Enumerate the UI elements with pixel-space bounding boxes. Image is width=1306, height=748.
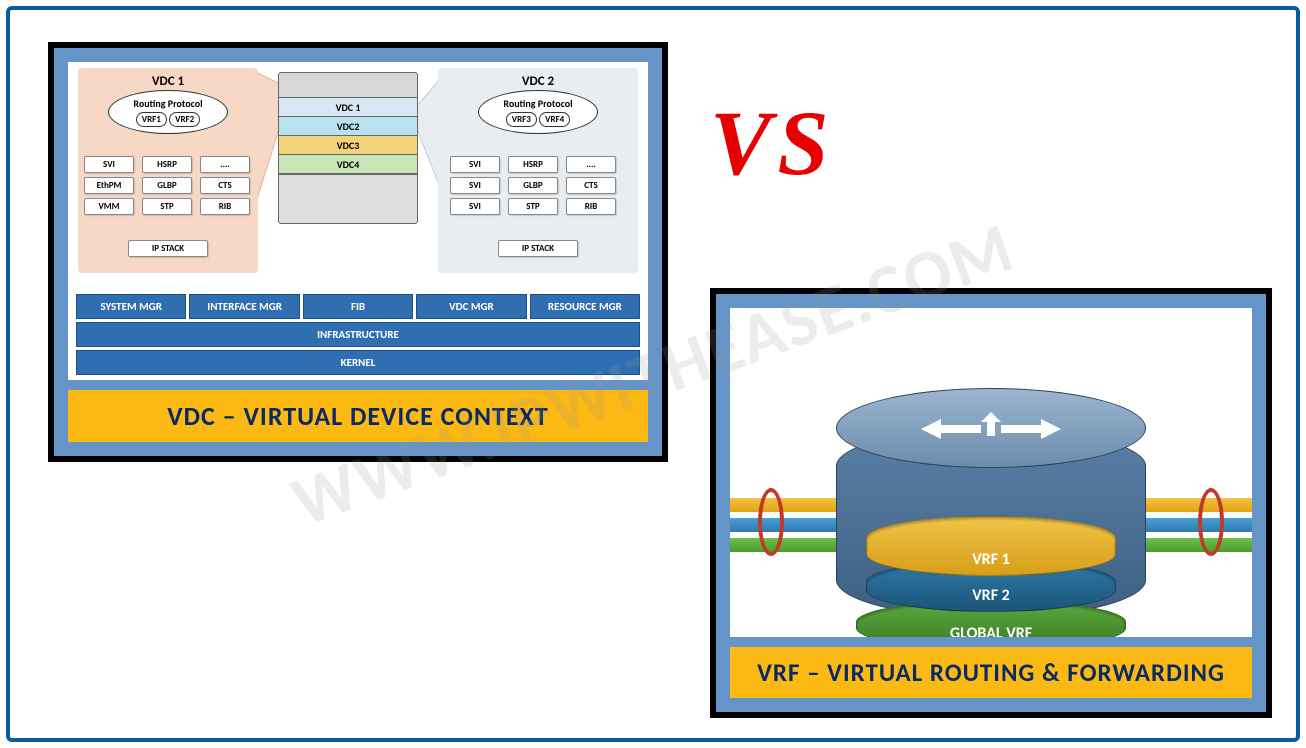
vdc-layer-rows: SYSTEM MGR INTERFACE MGR FIB VDC MGR RES… <box>76 294 640 375</box>
vdc1-ipstack: IP STACK <box>128 240 208 257</box>
vdc2-title: VDC 2 <box>438 74 638 89</box>
svc-box: STP <box>508 198 558 215</box>
vdc-top-area: VDC 1 Routing Protocol VRF1 VRF2 SVI HSR… <box>68 62 648 287</box>
vdc1-title: VDC 1 <box>78 74 258 89</box>
svc-box: STP <box>142 198 192 215</box>
svc-box: HSRP <box>508 156 558 173</box>
layer-infrastructure: INFRASTRUCTURE <box>76 322 640 347</box>
svc-box: SVI <box>450 177 500 194</box>
layer-cell: VDC MGR <box>416 294 526 319</box>
outer-frame: WWW.IPWITHEASE.COM VS VDC 1 Routing Prot… <box>6 6 1300 742</box>
svc-box: EthPM <box>84 177 134 194</box>
chassis-slot: VDC3 <box>278 135 418 155</box>
svc-box: CTS <box>200 177 250 194</box>
layer-cell: RESOURCE MGR <box>530 294 640 319</box>
svc-box: RIB <box>200 198 250 215</box>
svc-box: .... <box>566 156 616 173</box>
vdc-panel: VDC 1 Routing Protocol VRF1 VRF2 SVI HSR… <box>48 42 668 462</box>
vrf-stage: VRF 1 VRF 2 GLOBAL VRF <box>730 308 1252 637</box>
vdc2-routing-oval: Routing Protocol VRF3 VRF4 <box>478 90 598 134</box>
layer-cell: INTERFACE MGR <box>189 294 299 319</box>
vdc2-vrf4: VRF4 <box>539 112 570 127</box>
vdc2-ipstack: IP STACK <box>498 240 578 257</box>
svc-box: GLBP <box>508 177 558 194</box>
vdc1-services: SVI HSRP .... EthPM GLBP CTS VMM STP RIB <box>84 156 250 215</box>
vdc2-services: SVI HSRP .... SVI GLBP CTS SVI STP RIB <box>450 156 616 215</box>
svc-box: SVI <box>450 198 500 215</box>
svc-box: .... <box>200 156 250 173</box>
vrf-panel: VRF 1 VRF 2 GLOBAL VRF VRF – VIRTUAL ROU… <box>710 288 1272 718</box>
chassis-slot: VDC2 <box>278 116 418 136</box>
vdc1-vrf2: VRF2 <box>169 112 200 127</box>
vdc2-vrf3: VRF3 <box>506 112 537 127</box>
svc-box: RIB <box>566 198 616 215</box>
vdc1-block: VDC 1 Routing Protocol VRF1 VRF2 SVI HSR… <box>78 68 258 273</box>
vdc1-routing-label: Routing Protocol <box>133 97 202 110</box>
svc-box: GLBP <box>142 177 192 194</box>
layer-kernel: KERNEL <box>76 350 640 375</box>
vs-label: VS <box>710 90 835 196</box>
routing-arrows-icon <box>921 412 1061 446</box>
svc-box: VMM <box>84 198 134 215</box>
vdc1-vrf1: VRF1 <box>136 112 167 127</box>
svc-box: SVI <box>450 156 500 173</box>
vdc1-routing-oval: Routing Protocol VRF1 VRF2 <box>108 90 228 134</box>
chassis-icon: VDC 1 VDC2 VDC3 VDC4 <box>278 72 418 282</box>
svc-box: SVI <box>84 156 134 173</box>
vrf-caption: VRF – VIRTUAL ROUTING & FORWARDING <box>730 647 1252 698</box>
layer-cell: SYSTEM MGR <box>76 294 186 319</box>
ring-left-icon <box>758 488 784 556</box>
vdc2-routing-label: Routing Protocol <box>503 97 572 110</box>
layer-cell: FIB <box>303 294 413 319</box>
vrf-diagram: VRF 1 VRF 2 GLOBAL VRF <box>730 308 1252 637</box>
vrf-disc-1: VRF 1 <box>866 516 1116 576</box>
ring-right-icon <box>1198 488 1224 556</box>
chassis-slot: VDC4 <box>278 154 418 174</box>
chassis-slot: VDC 1 <box>278 97 418 117</box>
vdc-diagram: VDC 1 Routing Protocol VRF1 VRF2 SVI HSR… <box>68 62 648 380</box>
vdc2-block: VDC 2 Routing Protocol VRF3 VRF4 SVI HSR… <box>438 68 638 273</box>
svc-box: HSRP <box>142 156 192 173</box>
svc-box: CTS <box>566 177 616 194</box>
vdc-caption: VDC – VIRTUAL DEVICE CONTEXT <box>68 390 648 442</box>
router-cylinder-icon: VRF 1 VRF 2 GLOBAL VRF <box>836 388 1146 618</box>
